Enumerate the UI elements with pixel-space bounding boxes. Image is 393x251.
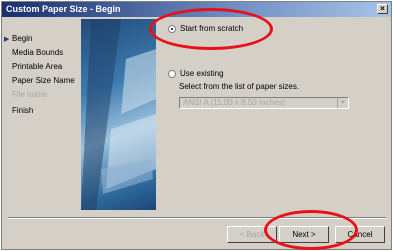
- title-bar[interactable]: Custom Paper Size - Begin ×: [2, 2, 391, 17]
- step-label: Printable Area: [12, 62, 63, 71]
- paper-size-select-value: ANSI A (11.00 x 8.50 Inches): [183, 98, 286, 107]
- start-from-scratch-radio[interactable]: [168, 24, 176, 33]
- step-media-bounds: Media Bounds: [12, 48, 63, 57]
- chevron-down-icon[interactable]: ▼: [337, 98, 348, 108]
- wizard-illustration: [81, 19, 156, 210]
- use-existing-option[interactable]: Use existing: [168, 69, 224, 78]
- step-finish: Finish: [12, 106, 33, 115]
- start-from-scratch-option[interactable]: Start from scratch: [168, 24, 243, 33]
- step-label: Media Bounds: [12, 48, 64, 57]
- window-title: Custom Paper Size - Begin: [6, 4, 121, 14]
- printer-illustration-icon: [81, 19, 156, 210]
- back-button[interactable]: < Back: [227, 226, 277, 243]
- next-button[interactable]: Next >: [279, 226, 329, 243]
- wizard-steps: ▶ Begin Media Bounds Printable Area Pape…: [2, 18, 80, 198]
- button-separator: [8, 217, 386, 219]
- use-existing-radio[interactable]: [168, 69, 176, 78]
- use-existing-label[interactable]: Use existing: [180, 69, 224, 78]
- step-label: Finish: [12, 106, 34, 115]
- close-button[interactable]: ×: [377, 4, 388, 14]
- wizard-content: Start from scratch Use existing Select f…: [162, 22, 382, 202]
- step-label: File name: [12, 90, 48, 99]
- paper-size-select[interactable]: ANSI A (11.00 x 8.50 Inches) ▼: [179, 97, 349, 109]
- current-step-arrow-icon: ▶: [4, 36, 10, 43]
- paper-size-hint: Select from the list of paper sizes.: [179, 82, 300, 91]
- step-label: Paper Size Name: [12, 76, 75, 85]
- step-paper-size-name: Paper Size Name: [12, 76, 75, 85]
- step-printable-area: Printable Area: [12, 62, 62, 71]
- step-begin: ▶ Begin: [4, 34, 33, 43]
- cancel-button[interactable]: Cancel: [335, 226, 385, 243]
- custom-paper-size-dialog: Custom Paper Size - Begin × ▶ Begin Medi…: [1, 1, 392, 250]
- start-from-scratch-label[interactable]: Start from scratch: [180, 24, 243, 33]
- step-file-name: File name: [12, 90, 47, 99]
- step-label: Begin: [12, 34, 33, 43]
